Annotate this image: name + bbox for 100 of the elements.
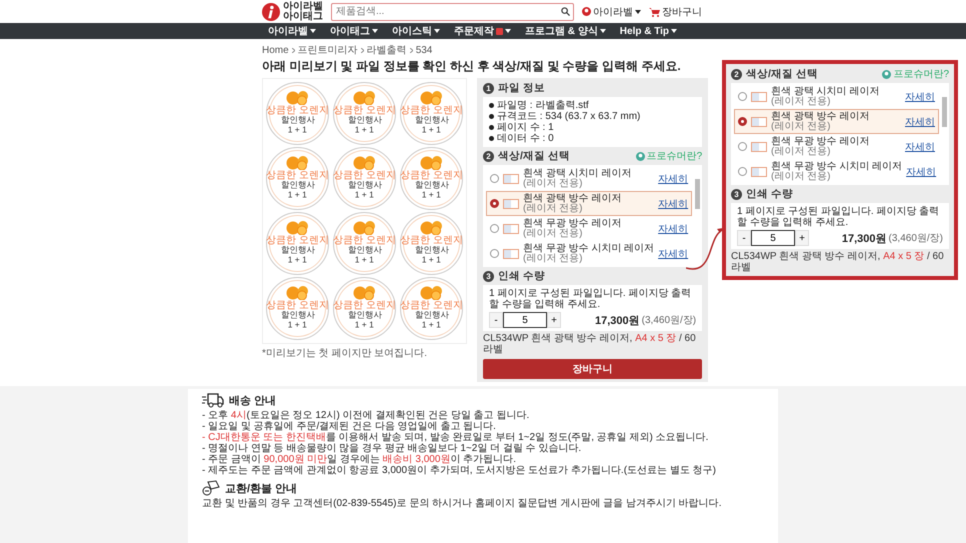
minus-button[interactable]: - (489, 312, 503, 328)
breadcrumb-link[interactable]: 534 (416, 44, 432, 56)
logo-icon (262, 2, 280, 20)
label-text: 1 + 1 (422, 256, 442, 266)
fruit-drawing (418, 91, 444, 105)
radio-button[interactable] (490, 224, 499, 233)
details-link[interactable]: 자세히 (905, 90, 935, 104)
caret-icon (310, 29, 316, 33)
cart-icon (649, 6, 660, 16)
file-info-line: 규격코드 : 534 (63.7 x 63.7 mm) (489, 111, 696, 122)
logo-text: 아이태그 (283, 12, 323, 22)
radio-button[interactable] (490, 199, 499, 208)
breadcrumb-link[interactable]: Home (262, 44, 289, 56)
scrollbar (942, 97, 947, 127)
material-swatch-icon (751, 166, 767, 176)
account-menu[interactable]: 아이라벨 (582, 4, 641, 18)
fruit-drawing (284, 91, 310, 105)
search-field[interactable]: 제품검색... (331, 2, 574, 20)
quantity-hint: 1 페이지로 구성된 파일입니다. 페이지당 출력 할 수량을 입력해 주세요. (489, 288, 692, 310)
section-heading: 색상/재질 선택 (498, 149, 571, 163)
label-title: 상큼한 오렌지 (400, 105, 463, 116)
new-badge (496, 28, 503, 34)
label-text: 할인행사 (280, 312, 314, 320)
breadcrumb-link[interactable]: 프린트미리자 (298, 43, 358, 57)
product-spec: CL534WP 흰색 광택 방수 레이저, A4 x 5 장 / 60 라벨 (731, 251, 945, 273)
nav-item[interactable]: 아이태그 (330, 24, 378, 38)
radio-button[interactable] (738, 167, 747, 176)
material-note: (레이저 전용) (523, 254, 584, 264)
fruit-drawing (352, 156, 378, 170)
material-swatch-icon (503, 248, 519, 258)
material-swatch-icon (503, 174, 519, 184)
material-name: 흰색 무광 방수 시치미 레이저 (771, 161, 902, 172)
material-option[interactable]: 흰색 광택 방수 레이저 (레이저 전용) 자세히 (486, 191, 692, 216)
label-title: 상큼한 오렌지 (400, 300, 463, 311)
label-text: 할인행사 (280, 182, 314, 190)
chevron-icon (410, 48, 413, 52)
quantity-field[interactable]: 5 (503, 312, 547, 328)
label-text: 할인행사 (414, 182, 448, 190)
details-link[interactable]: 자세히 (658, 196, 688, 210)
nav-item[interactable]: 주문제작 (454, 24, 511, 38)
delivery-note: - 주문 금액이 90,000원 미만일 경우에는 배송비 3,000원이 추가됩니다. (202, 454, 516, 465)
details-link[interactable]: 자세히 (905, 114, 935, 128)
radio-button[interactable] (738, 117, 747, 126)
details-link[interactable]: 자세히 (658, 246, 688, 260)
breadcrumb-link[interactable]: 라벨출력 (366, 43, 407, 57)
step-number: 2 (483, 150, 494, 162)
details-link[interactable]: 자세히 (905, 140, 935, 154)
label-text: 1 + 1 (422, 322, 442, 330)
nav-item[interactable]: 아이라벨 (268, 24, 316, 38)
caret-icon (635, 10, 641, 14)
label-text: 할인행사 (414, 116, 448, 126)
step-number: 3 (731, 188, 742, 200)
label-title: 상큼한 오렌지 (400, 170, 463, 181)
radio-button[interactable] (738, 92, 747, 101)
radio-button[interactable] (738, 142, 747, 151)
radio-button[interactable] (490, 174, 499, 183)
box-icon (202, 480, 220, 496)
radio-button[interactable] (490, 249, 499, 258)
plus-button[interactable]: + (795, 230, 809, 246)
fruit-drawing (284, 286, 310, 300)
page-title: 아래 미리보기 및 파일 정보를 확인 하신 후 색상/재질 및 수량을 입력해 주세요. (262, 59, 682, 74)
unit-price: (3,460원/장) (888, 232, 943, 245)
material-swatch-icon (751, 142, 767, 152)
material-option[interactable]: 흰색 광택 방수 레이저 (레이저 전용) 자세히 (734, 109, 939, 134)
label-text: 할인행사 (280, 116, 314, 126)
material-note: (레이저 전용) (523, 179, 584, 189)
nav-item[interactable]: Help & Tip (620, 26, 678, 36)
caret-icon (372, 29, 378, 33)
delivery-note: - CJ대한통운 또는 한진택배를 이용해서 발송 되며, 발송 완료일로 부터 1~2일 정도(주말, 공휴일 제외) 소요됩니다. (202, 432, 708, 443)
file-info-line: 데이터 수 : 0 (489, 133, 696, 144)
minus-button[interactable]: - (737, 230, 751, 246)
label-title: 상큼한 오렌지 (266, 300, 329, 311)
chevron-icon (292, 48, 295, 52)
label-text: 1 + 1 (354, 322, 374, 330)
search-icon[interactable] (561, 7, 570, 16)
fruit-drawing (418, 286, 444, 300)
details-link[interactable]: 자세히 (658, 172, 688, 186)
nav-item[interactable]: 프로그램 & 양식 (525, 24, 606, 38)
caret-icon (505, 29, 511, 33)
nav-item[interactable]: 아이스틱 (392, 24, 440, 38)
material-note: (레이저 전용) (523, 204, 584, 214)
material-name: 흰색 무광 방수 레이저 (771, 136, 870, 147)
details-link[interactable]: 자세히 (658, 222, 688, 236)
step-number: 3 (483, 270, 494, 282)
step-number: 2 (731, 68, 742, 80)
plus-button[interactable]: + (547, 312, 561, 328)
fruit-drawing (418, 156, 444, 170)
material-swatch-icon (503, 224, 519, 234)
delivery-note: - 명절이나 연말 등 배송물량이 많을 경우 평균 배송일보다 1~2일 더 걸릴 수 있습니다. (202, 443, 582, 454)
add-to-cart-button[interactable]: 장바구니 (483, 359, 702, 379)
delivery-note: - 오후 4시(토요일은 정오 12시) 이전에 결제확인된 건은 당일 출고 됩니다. (202, 410, 530, 421)
label-text: 1 + 1 (354, 126, 374, 136)
fruit-drawing (284, 156, 310, 170)
label-text: 할인행사 (348, 182, 382, 190)
details-link[interactable]: 자세히 (906, 164, 936, 178)
material-note: (레이저 전용) (523, 229, 584, 239)
quantity-field[interactable]: 5 (751, 230, 795, 246)
section-heading: 파일 정보 (498, 81, 546, 95)
cart-link[interactable]: 장바구니 (649, 4, 702, 18)
scrollbar (695, 179, 700, 209)
